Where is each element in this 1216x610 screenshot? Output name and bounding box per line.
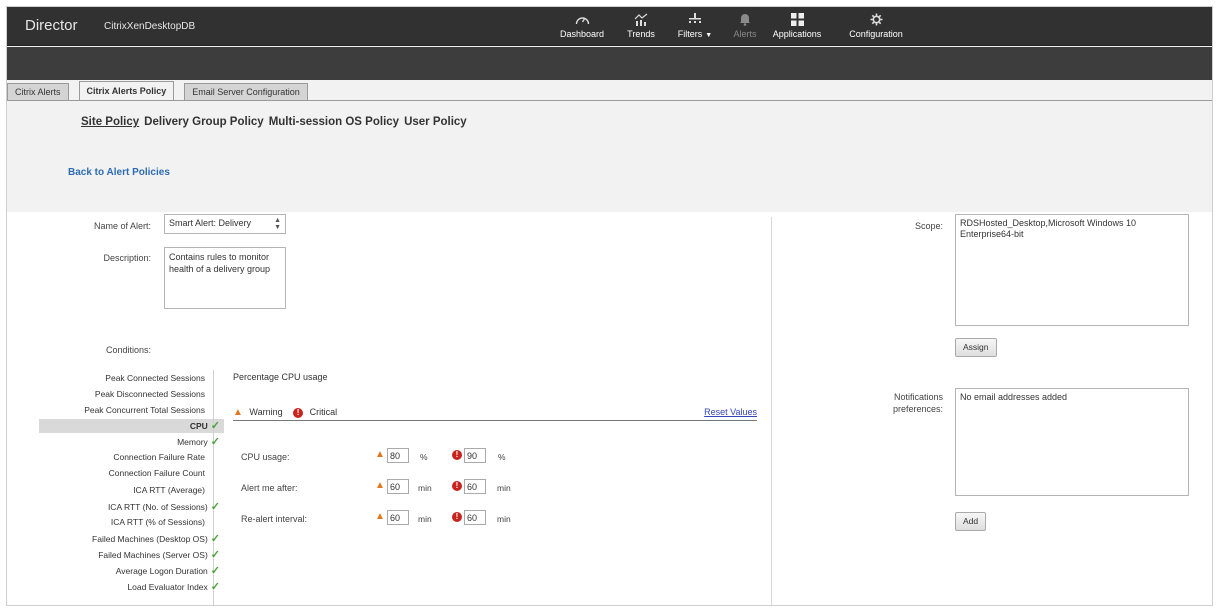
nav-configuration-label: Configuration — [849, 29, 903, 39]
condition-ica-rtt-pct-of-sessions[interactable]: ICA RTT (% of Sessions) — [111, 517, 205, 527]
alert-after-warning-unit: min — [418, 483, 432, 493]
critical-label: Critical — [309, 407, 338, 417]
cpu-usage-label: CPU usage: — [241, 452, 290, 462]
grid-icon — [790, 11, 804, 27]
nav-filters-label: Filters ▼ — [677, 29, 713, 39]
condition-ica-rtt-no-of-sessions[interactable]: ICA RTT (No. of Sessions) ✓ — [108, 500, 220, 513]
critical-icon: ! — [452, 481, 462, 491]
condition-failed-machines-desktop-os[interactable]: Failed Machines (Desktop OS) ✓ — [92, 532, 220, 545]
trends-icon — [634, 11, 648, 27]
name-of-alert-value: Smart Alert: Delivery — [169, 218, 252, 228]
nav-filters[interactable]: Filters ▼ — [675, 7, 715, 46]
critical-icon: ! — [452, 450, 462, 460]
tab-citrix-alerts[interactable]: Citrix Alerts — [7, 83, 69, 101]
condition-connection-failure-rate[interactable]: Connection Failure Rate — [113, 452, 205, 462]
condition-load-evaluator-index[interactable]: Load Evaluator Index ✓ — [127, 580, 220, 593]
assign-button[interactable]: Assign — [955, 338, 997, 357]
check-icon: ✓ — [210, 533, 220, 545]
policy-delivery-group[interactable]: Delivery Group Policy — [144, 116, 264, 128]
scope-label: Scope: — [914, 221, 943, 231]
back-to-alert-policies-link[interactable]: Back to Alert Policies — [68, 167, 170, 178]
check-icon: ✓ — [210, 436, 220, 448]
condition-failed-machines-server-os[interactable]: Failed Machines (Server OS) ✓ — [98, 548, 220, 561]
tab-strip: Citrix Alerts Citrix Alerts Policy Email… — [7, 81, 1212, 101]
detail-title: Percentage CPU usage — [233, 372, 328, 382]
spinner-icon: ▲ ▼ — [274, 217, 281, 231]
warning-icon: ▲ — [375, 449, 385, 460]
warning-label: Warning — [249, 407, 283, 417]
check-icon: ✓ — [210, 549, 220, 561]
re-alert-critical-unit: min — [497, 514, 511, 524]
condition-peak-concurrent-total-sessions[interactable]: Peak Concurrent Total Sessions — [84, 405, 205, 415]
notifications-preferences-label: Notifications preferences: — [892, 392, 943, 414]
policy-user[interactable]: User Policy — [404, 116, 467, 128]
brand-title: Director — [25, 17, 78, 34]
nav-alerts-label: Alerts — [733, 29, 757, 39]
check-icon: ✓ — [210, 501, 220, 513]
chevron-down-icon: ▼ — [705, 32, 713, 39]
site-name[interactable]: CitrixXenDesktopDB — [104, 21, 195, 32]
threshold-header: ▲ Warning ! Critical Reset Values — [233, 407, 757, 421]
cpu-critical-unit: % — [498, 452, 506, 462]
condition-connection-failure-count[interactable]: Connection Failure Count — [109, 468, 205, 478]
condition-average-logon-duration[interactable]: Average Logon Duration ✓ — [116, 564, 220, 577]
gear-icon — [870, 11, 883, 27]
condition-ica-rtt-average[interactable]: ICA RTT (Average) — [133, 485, 205, 495]
cpu-critical-input[interactable]: 90 — [464, 448, 486, 463]
check-icon: ✓ — [210, 581, 220, 593]
re-alert-warning-unit: min — [418, 514, 432, 524]
nav-trends[interactable]: Trends — [626, 7, 656, 46]
cpu-warning-unit: % — [420, 452, 428, 462]
nav-trends-label: Trends — [627, 29, 655, 39]
description-textarea[interactable]: Contains rules to monitor health of a de… — [164, 247, 286, 309]
name-of-alert-select[interactable]: Smart Alert: Delivery ▲ ▼ — [164, 214, 286, 234]
tab-citrix-alerts-policy[interactable]: Citrix Alerts Policy — [78, 81, 175, 101]
nav-alerts[interactable]: Alerts — [732, 7, 758, 46]
alert-after-warning-input[interactable]: 60 — [387, 479, 409, 494]
add-button[interactable]: Add — [955, 512, 987, 531]
re-alert-interval-label: Re-alert interval: — [241, 514, 308, 524]
policy-multi-session-os[interactable]: Multi-session OS Policy — [269, 116, 399, 128]
secondary-bar — [7, 47, 1212, 80]
condition-memory[interactable]: Memory ✓ — [177, 435, 220, 448]
description-label: Description: — [103, 253, 151, 263]
name-of-alert-label: Name of Alert: — [93, 221, 151, 231]
critical-icon: ! — [293, 408, 304, 418]
reset-values-link[interactable]: Reset Values — [704, 407, 757, 417]
policy-site[interactable]: Site Policy — [81, 116, 139, 128]
warning-icon: ▲ — [375, 480, 385, 491]
column-divider — [771, 217, 772, 605]
nav-applications-label: Applications — [772, 29, 822, 39]
alert-after-critical-input[interactable]: 60 — [464, 479, 486, 494]
gauge-icon — [575, 11, 590, 27]
bell-icon — [739, 11, 751, 27]
re-alert-critical-input[interactable]: 60 — [464, 510, 486, 525]
alert-me-after-label: Alert me after: — [241, 483, 298, 493]
alert-after-critical-unit: min — [497, 483, 511, 493]
nav-dashboard-label: Dashboard — [559, 29, 605, 39]
tab-divider — [7, 100, 1212, 101]
scope-listbox[interactable]: RDSHosted_Desktop,Microsoft Windows 10 E… — [955, 214, 1189, 326]
check-icon: ✓ — [210, 565, 220, 577]
nav-applications[interactable]: Applications — [770, 7, 824, 46]
check-icon: ✓ — [210, 420, 220, 432]
critical-icon: ! — [452, 512, 462, 522]
notifications-listbox[interactable]: No email addresses added — [955, 388, 1189, 496]
condition-peak-connected-sessions[interactable]: Peak Connected Sessions — [105, 373, 205, 383]
top-navigation-bar: Director CitrixXenDesktopDB Dashboard Tr… — [7, 7, 1212, 46]
conditions-label: Conditions: — [105, 345, 151, 355]
policy-type-selector: Site Policy Delivery Group Policy Multi-… — [81, 116, 467, 128]
tab-email-server-configuration[interactable]: Email Server Configuration — [184, 83, 308, 101]
condition-cpu[interactable]: CPU ✓ — [190, 419, 220, 432]
cpu-warning-input[interactable]: 80 — [387, 448, 409, 463]
condition-peak-disconnected-sessions[interactable]: Peak Disconnected Sessions — [95, 389, 205, 399]
re-alert-warning-input[interactable]: 60 — [387, 510, 409, 525]
nav-configuration[interactable]: Configuration — [849, 7, 903, 46]
filters-icon — [688, 11, 702, 27]
nav-dashboard[interactable]: Dashboard — [559, 7, 605, 46]
warning-icon: ▲ — [375, 511, 385, 522]
warning-icon: ▲ — [233, 407, 243, 418]
director-page: Director CitrixXenDesktopDB Dashboard Tr… — [6, 6, 1213, 606]
